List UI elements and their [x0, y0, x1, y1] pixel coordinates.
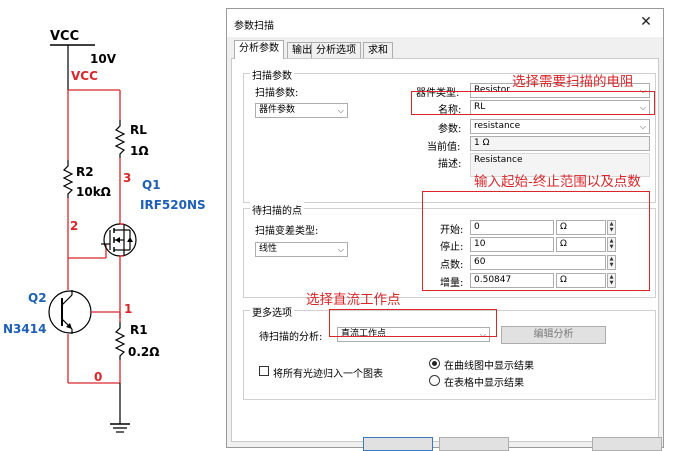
more-options-group-title: 更多选项 [250, 304, 294, 319]
r2-value-label: 10kΩ [76, 185, 111, 199]
desc-label: 描述: [438, 159, 462, 170]
q1-name-label: Q1 [142, 178, 161, 192]
vcc-value-label: 10V [90, 52, 117, 66]
sweep-params-group-title: 扫描参数 [250, 67, 294, 82]
close-icon[interactable]: ✕ [635, 12, 657, 32]
r1-value-label: 0.2Ω [128, 345, 159, 359]
sweep-points-group-title: 待扫描的点 [250, 202, 304, 217]
annotation-select-resistor: 选择需要扫描的电阻 [512, 74, 634, 90]
rl-name-label: RL [130, 123, 147, 137]
help-button[interactable] [592, 437, 662, 451]
sweep-param-label: 扫描参数: [255, 88, 299, 99]
schematic: VCC 10V VCC RL 1Ω 3 Q1 IRF520NS R2 10kΩ … [3, 29, 206, 433]
var-type-label: 扫描变差类型: [255, 226, 319, 237]
current-value-label: 当前值: [427, 142, 461, 153]
q2-name-label: Q2 [28, 291, 47, 305]
rl-value-label: 1Ω [130, 144, 149, 158]
current-value-field: 1 Ω [470, 136, 650, 151]
chevron-down-icon: ⌵ [639, 122, 646, 131]
node-0-label: 0 [94, 370, 102, 384]
edit-analysis-button[interactable]: 编辑分析 [501, 326, 606, 344]
radio-show-table-label: 在表格中显示结果 [444, 378, 524, 389]
dialog-title: 参数扫描 [234, 21, 274, 32]
annotation-box-name [411, 91, 655, 115]
var-type-value: 线性 [259, 244, 278, 254]
group-traces-checkbox[interactable] [259, 366, 269, 376]
r2-name-label: R2 [76, 165, 94, 179]
annotation-input-range: 输入起始-终止范围以及点数 [474, 174, 641, 190]
param-select[interactable]: resistance ⌵ [470, 119, 650, 134]
annotation-box-range [422, 191, 650, 291]
var-type-select[interactable]: 线性 ⌵ [255, 242, 348, 257]
node-2-label: 2 [70, 219, 78, 233]
dialog-titlebar[interactable]: 参数扫描 ✕ [227, 9, 663, 37]
vcc-net-label: VCC [71, 69, 98, 83]
r1-name-label: R1 [130, 323, 148, 337]
sweep-param-select[interactable]: 器件参数 ⌵ [255, 103, 348, 118]
tab-analysis-options[interactable]: 分析选项 [311, 42, 361, 58]
annotation-box-analysis [329, 309, 497, 337]
node-3-label: 3 [123, 171, 131, 185]
vcc-top-label: VCC [50, 29, 79, 44]
radio-show-graph[interactable] [429, 358, 440, 369]
tab-analysis-params[interactable]: 分析参数 [234, 40, 284, 59]
sweep-param-value: 器件参数 [259, 105, 296, 115]
group-traces-label: 将所有光迹归入一个图表 [273, 369, 383, 380]
param-value: resistance [474, 121, 521, 131]
chevron-down-icon: ⌵ [337, 106, 344, 115]
param-label: 参数: [438, 124, 462, 135]
analysis-label: 待扫描的分析: [259, 332, 323, 343]
cancel-button[interactable] [439, 437, 509, 451]
radio-show-graph-label: 在曲线图中显示结果 [444, 361, 534, 372]
ok-button[interactable] [363, 437, 433, 451]
node-1-label: 1 [124, 302, 132, 316]
radio-show-table[interactable] [429, 375, 440, 386]
chevron-down-icon: ⌵ [337, 245, 344, 254]
annotation-select-dc: 选择直流工作点 [306, 292, 401, 308]
tab-summary[interactable]: 求和 [363, 42, 393, 58]
q2-model-label: N3414 [3, 322, 46, 336]
q1-model-label: IRF520NS [140, 198, 206, 212]
